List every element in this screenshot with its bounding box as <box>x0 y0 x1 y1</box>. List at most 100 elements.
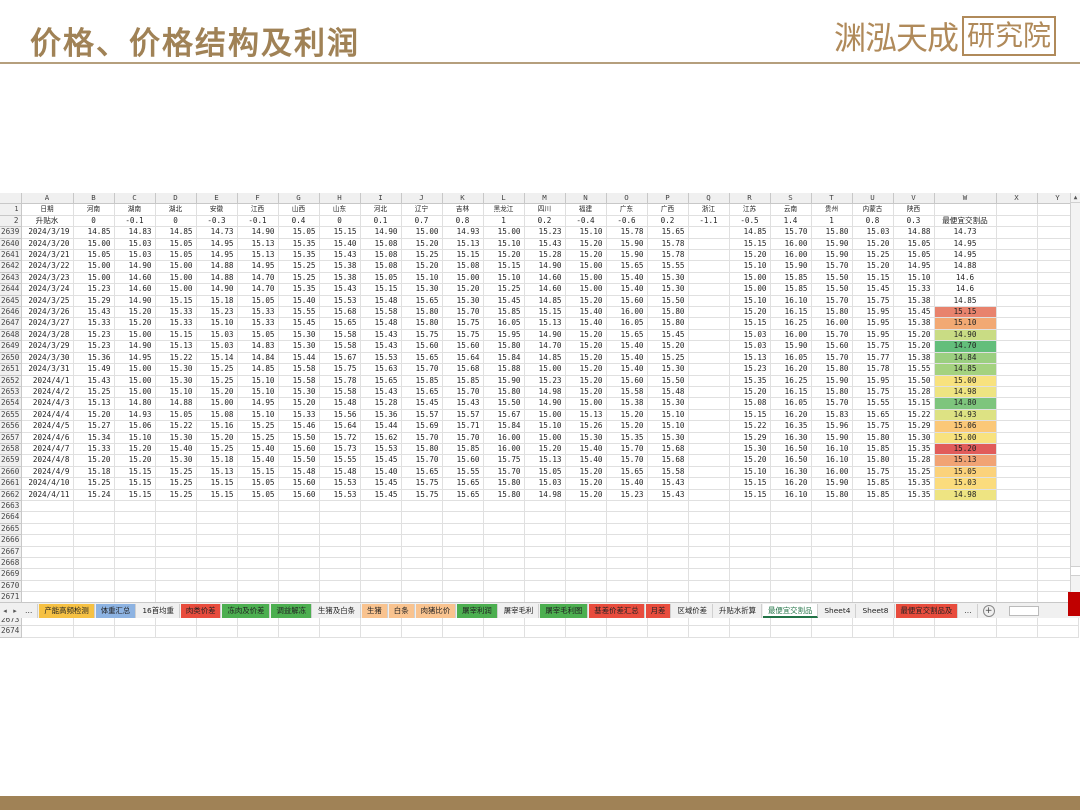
cheapest-cell[interactable]: 14.70 <box>934 340 997 353</box>
price-cell[interactable]: 15.95 <box>852 306 894 319</box>
price-cell[interactable]: 15.13 <box>565 409 607 422</box>
price-cell[interactable]: 15.40 <box>278 295 320 308</box>
price-cell[interactable]: 15.05 <box>524 466 566 479</box>
empty-cell[interactable] <box>1037 625 1079 638</box>
price-cell[interactable]: 15.05 <box>237 477 279 490</box>
price-cell[interactable]: 15.78 <box>852 363 894 376</box>
price-cell[interactable]: 15.24 <box>73 489 115 501</box>
price-cell[interactable]: 15.15 <box>729 409 771 422</box>
empty-cell[interactable] <box>196 534 238 547</box>
price-cell[interactable]: 15.15 <box>729 477 771 490</box>
price-cell[interactable]: 15.75 <box>401 329 443 342</box>
price-cell[interactable]: 15.08 <box>729 397 771 410</box>
price-cell[interactable]: 15.00 <box>729 272 771 285</box>
price-cell[interactable] <box>688 226 730 239</box>
empty-cell[interactable] <box>770 625 812 638</box>
cheapest-cell[interactable]: 15.20 <box>934 443 997 456</box>
date-cell[interactable]: 2024/4/2 <box>21 386 74 399</box>
cheapest-cell[interactable]: 15.13 <box>934 454 997 467</box>
empty-cell[interactable] <box>934 568 997 581</box>
price-cell[interactable]: 15.23 <box>196 306 238 319</box>
price-cell[interactable]: 15.38 <box>606 397 648 410</box>
row-header[interactable]: 2664 <box>0 511 22 524</box>
price-cell[interactable]: 16.10 <box>811 454 853 467</box>
empty-cell[interactable] <box>524 534 566 547</box>
price-cell[interactable]: 15.40 <box>155 443 197 456</box>
empty-cell[interactable] <box>442 534 484 547</box>
basis-cell[interactable]: -0.1 <box>237 215 279 228</box>
price-cell[interactable]: 15.10 <box>155 386 197 399</box>
empty-cell[interactable] <box>647 511 689 524</box>
price-cell[interactable]: 15.43 <box>524 238 566 251</box>
empty-cell[interactable] <box>196 625 238 638</box>
price-cell[interactable]: 15.70 <box>811 397 853 410</box>
price-cell[interactable]: 15.20 <box>893 340 935 353</box>
row-header[interactable]: 2641 <box>0 249 22 262</box>
price-cell[interactable]: 15.00 <box>114 329 156 342</box>
price-cell[interactable]: 15.70 <box>401 432 443 444</box>
price-cell[interactable]: 15.00 <box>73 272 115 285</box>
date-cell[interactable]: 2024/4/7 <box>21 443 74 456</box>
date-cell[interactable]: 2024/4/9 <box>21 466 74 479</box>
price-cell[interactable]: 16.00 <box>811 317 853 330</box>
price-cell[interactable]: 15.78 <box>647 249 689 262</box>
header-cell[interactable]: 江西 <box>237 203 279 216</box>
price-cell[interactable]: 16.10 <box>770 295 812 308</box>
empty-cell[interactable] <box>688 568 730 581</box>
empty-cell[interactable] <box>73 534 115 547</box>
price-cell[interactable]: 15.30 <box>565 432 607 444</box>
price-cell[interactable]: 15.35 <box>606 432 648 444</box>
price-cell[interactable]: 15.08 <box>360 249 402 262</box>
empty-cell[interactable] <box>811 625 853 638</box>
cheapest-cell[interactable]: 15.00 <box>934 375 997 387</box>
empty-cell[interactable] <box>996 466 1038 479</box>
price-cell[interactable]: 15.28 <box>893 386 935 399</box>
empty-cell[interactable] <box>996 454 1038 467</box>
sheet-tab[interactable]: 月差 <box>645 603 672 618</box>
price-cell[interactable]: 15.62 <box>360 432 402 444</box>
price-cell[interactable] <box>688 397 730 410</box>
price-cell[interactable]: 15.77 <box>852 352 894 365</box>
empty-cell[interactable] <box>770 500 812 513</box>
basis-cell[interactable]: 0.4 <box>278 215 320 228</box>
price-cell[interactable]: 15.85 <box>770 283 812 296</box>
price-cell[interactable]: 15.25 <box>196 375 238 387</box>
sheet-tab[interactable]: 最便宜交割品及 <box>895 603 959 618</box>
price-cell[interactable]: 15.22 <box>729 420 771 433</box>
empty-cell[interactable] <box>996 420 1038 433</box>
empty-cell[interactable] <box>278 580 320 593</box>
price-cell[interactable]: 14.88 <box>196 272 238 285</box>
column-header[interactable]: B <box>73 193 115 205</box>
price-cell[interactable]: 15.70 <box>811 329 853 342</box>
column-header[interactable]: E <box>196 193 238 205</box>
price-cell[interactable]: 15.90 <box>770 260 812 273</box>
price-cell[interactable]: 15.78 <box>606 226 648 239</box>
price-cell[interactable]: 15.48 <box>319 466 361 479</box>
price-cell[interactable]: 15.65 <box>401 466 443 479</box>
basis-cell[interactable]: 1 <box>811 215 853 228</box>
price-cell[interactable]: 15.10 <box>729 260 771 273</box>
price-cell[interactable]: 15.25 <box>155 477 197 490</box>
price-cell[interactable]: 15.50 <box>893 375 935 387</box>
price-cell[interactable]: 15.10 <box>647 409 689 422</box>
empty-cell[interactable] <box>606 511 648 524</box>
row-header[interactable]: 2662 <box>0 489 22 501</box>
price-cell[interactable]: 15.33 <box>155 306 197 319</box>
price-cell[interactable]: 15.60 <box>278 489 320 501</box>
price-cell[interactable]: 16.10 <box>770 489 812 501</box>
price-cell[interactable]: 15.25 <box>73 477 115 490</box>
price-cell[interactable]: 15.57 <box>442 409 484 422</box>
empty-cell[interactable] <box>811 511 853 524</box>
row-header[interactable]: 2654 <box>0 397 22 410</box>
empty-cell[interactable] <box>565 568 607 581</box>
price-cell[interactable]: 15.00 <box>155 283 197 296</box>
price-cell[interactable]: 15.53 <box>360 443 402 456</box>
price-cell[interactable]: 14.88 <box>893 226 935 239</box>
empty-cell[interactable] <box>237 546 279 559</box>
price-cell[interactable]: 15.03 <box>524 477 566 490</box>
sheet-tab[interactable]: 肉猪比价 <box>415 603 457 618</box>
price-cell[interactable]: 15.25 <box>401 249 443 262</box>
spreadsheet-grid[interactable]: A B C D E F G H I J K L M N O P Q R S T U V W X Y 1 日期 河南 湖南 湖北 安徽 江西 山西… <box>0 193 1079 638</box>
price-cell[interactable]: 15.45 <box>647 329 689 342</box>
empty-cell[interactable] <box>73 568 115 581</box>
